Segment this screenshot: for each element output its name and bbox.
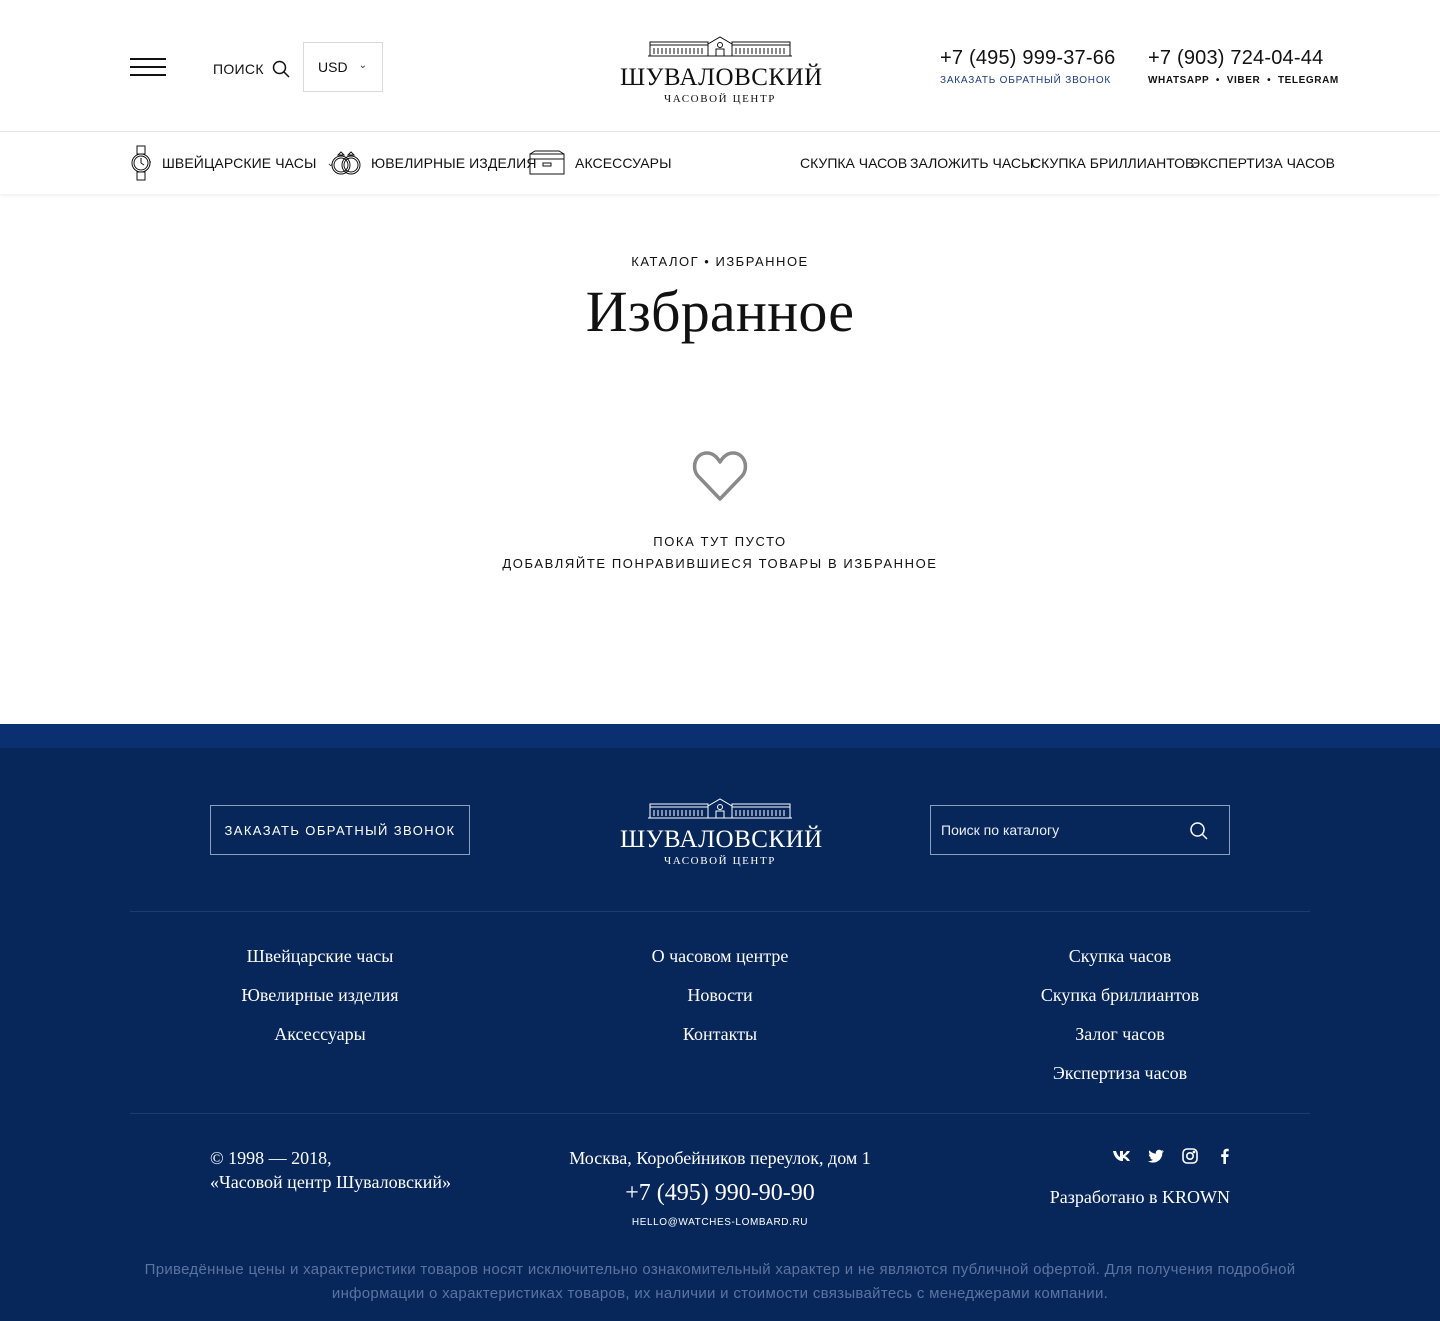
- nav-diamond-buyout[interactable]: СКУПКА БРИЛЛИАНТОВ: [1031, 132, 1194, 194]
- breadcrumb-separator: •: [704, 254, 711, 269]
- page-title: Избранное: [585, 279, 855, 344]
- footer-logo-name: ШУВАЛОВСКИЙ: [620, 826, 823, 853]
- currency-select[interactable]: USD ⌄: [303, 42, 383, 92]
- nav-jewelry-label: ЮВЕЛИРНЫЕ ИЗДЕЛИЯ: [371, 155, 537, 171]
- phone-primary-block: +7 (495) 999-37-66 ЗАКАЗАТЬ ОБРАТНЫЙ ЗВО…: [940, 46, 1115, 86]
- nav-swiss-watches[interactable]: ШВЕЙЦАРСКИЕ ЧАСЫ ⌄: [130, 132, 335, 194]
- nav-swiss-watches-label: ШВЕЙЦАРСКИЕ ЧАСЫ: [162, 155, 317, 171]
- breadcrumb-catalog[interactable]: КАТАЛОГ: [631, 254, 699, 269]
- empty-state-title: ПОКА ТУТ ПУСТО: [653, 534, 787, 549]
- price-disclaimer: Приведённые цены и характеристики товаро…: [144, 1261, 1296, 1302]
- messenger-links: WHATSAPP • VIBER • TELEGRAM: [1148, 75, 1339, 86]
- empty-state-subtitle: ДОБАВЛЯЙТЕ ПОНРАВИВШИЕСЯ ТОВАРЫ В ИЗБРАН…: [502, 556, 938, 571]
- nav-accessories[interactable]: АКСЕССУАРЫ: [529, 132, 672, 194]
- facebook-icon[interactable]: [1214, 1146, 1234, 1166]
- developer-credit[interactable]: Разработано в KROWN: [1050, 1187, 1230, 1208]
- social-links: [1112, 1146, 1234, 1166]
- site-logo[interactable]: ШУВАЛОВСКИЙ ЧАСОВОЙ ЦЕНТР: [620, 34, 823, 105]
- footer-logo-subtitle: ЧАСОВОЙ ЦЕНТР: [663, 855, 777, 867]
- chevron-down-icon: ⌄: [358, 60, 367, 71]
- instagram-icon[interactable]: [1180, 1146, 1200, 1166]
- vk-icon[interactable]: [1112, 1146, 1132, 1166]
- messenger-separator: •: [1215, 75, 1220, 86]
- footer-logo[interactable]: ШУВАЛОВСКИЙ ЧАСОВОЙ ЦЕНТР: [620, 796, 823, 867]
- building-logo-icon: [648, 798, 792, 819]
- phone-primary[interactable]: +7 (495) 999-37-66: [940, 46, 1115, 70]
- breadcrumb-favorites[interactable]: ИЗБРАННОЕ: [715, 254, 808, 269]
- footer-column-services: Скупка часов Скупка бриллиантов Залог ча…: [920, 943, 1320, 1099]
- footer-divider: [130, 1113, 1310, 1114]
- search-icon: [272, 60, 290, 78]
- footer-link-watch-buyout[interactable]: Скупка часов: [920, 943, 1320, 982]
- building-logo-icon: [648, 36, 792, 57]
- nav-watch-expertise[interactable]: ЭКСПЕРТИЗА ЧАСОВ: [1190, 132, 1335, 194]
- search-icon[interactable]: [1189, 821, 1209, 841]
- logo-name: ШУВАЛОВСКИЙ: [620, 64, 823, 91]
- search-button[interactable]: ПОИСК: [213, 58, 290, 80]
- callback-link[interactable]: ЗАКАЗАТЬ ОБРАТНЫЙ ЗВОНОК: [940, 75, 1115, 86]
- site-header: ПОИСК USD ⌄ ШУВАЛОВСКИЙ ЧАСОВОЙ ЦЕНТР +7…: [0, 0, 1440, 132]
- footer-link-contacts[interactable]: Контакты: [520, 1021, 920, 1060]
- logo-subtitle: ЧАСОВОЙ ЦЕНТР: [663, 93, 777, 105]
- watch-icon: [130, 145, 152, 181]
- nav-pawn-watches[interactable]: ЗАЛОЖИТЬ ЧАСЫ: [910, 132, 1033, 194]
- messenger-separator: •: [1267, 75, 1272, 86]
- footer-link-jewelry[interactable]: Ювелирные изделия: [120, 982, 520, 1021]
- menu-burger-icon[interactable]: [130, 58, 166, 78]
- footer-email[interactable]: HELLO@WATCHES-LOMBARD.RU: [632, 1217, 808, 1228]
- footer-link-pawn-watches[interactable]: Залог часов: [920, 1021, 1320, 1060]
- footer-link-about[interactable]: О часовом центре: [520, 943, 920, 982]
- footer-divider: [130, 911, 1310, 912]
- phone-secondary-block: +7 (903) 724-04-44 WHATSAPP • VIBER • TE…: [1148, 46, 1339, 86]
- nav-jewelry[interactable]: ЮВЕЛИРНЫЕ ИЗДЕЛИЯ: [331, 132, 537, 194]
- footer-top-band: [0, 724, 1440, 748]
- footer-search-input[interactable]: [931, 806, 1181, 854]
- search-label: ПОИСК: [213, 61, 264, 77]
- footer-link-watch-expertise[interactable]: Экспертиза часов: [920, 1060, 1320, 1099]
- rings-icon: [331, 151, 361, 175]
- twitter-icon[interactable]: [1146, 1146, 1166, 1166]
- footer-column-catalog: Швейцарские часы Ювелирные изделия Аксес…: [120, 943, 520, 1060]
- currency-value: USD: [318, 59, 348, 75]
- breadcrumb: КАТАЛОГ • ИЗБРАННОЕ: [0, 254, 1440, 269]
- viber-link[interactable]: VIBER: [1227, 75, 1261, 86]
- footer-link-news[interactable]: Новости: [520, 982, 920, 1021]
- footer-column-about: О часовом центре Новости Контакты: [520, 943, 920, 1060]
- phone-secondary[interactable]: +7 (903) 724-04-44: [1148, 46, 1339, 70]
- footer-callback-button[interactable]: ЗАКАЗАТЬ ОБРАТНЫЙ ЗВОНОК: [210, 805, 470, 855]
- footer-link-accessories[interactable]: Аксессуары: [120, 1021, 520, 1060]
- footer-link-swiss-watches[interactable]: Швейцарские часы: [120, 943, 520, 982]
- nav-accessories-label: АКСЕССУАРЫ: [575, 155, 672, 171]
- whatsapp-link[interactable]: WHATSAPP: [1148, 75, 1209, 86]
- catalog-nav: ШВЕЙЦАРСКИЕ ЧАСЫ ⌄ ЮВЕЛИРНЫЕ ИЗДЕЛИЯ АКС…: [0, 132, 1440, 194]
- footer-search: [930, 805, 1230, 855]
- footer-email-block: HELLO@WATCHES-LOMBARD.RU: [0, 1217, 1440, 1228]
- wallet-icon: [529, 150, 565, 176]
- site-footer: ЗАКАЗАТЬ ОБРАТНЫЙ ЗВОНОК ШУВАЛОВСКИЙ ЧАС…: [0, 748, 1440, 1321]
- nav-watch-buyout[interactable]: СКУПКА ЧАСОВ: [800, 132, 907, 194]
- telegram-link[interactable]: TELEGRAM: [1278, 75, 1339, 86]
- heart-icon: [692, 451, 748, 501]
- footer-link-diamond-buyout[interactable]: Скупка бриллиантов: [920, 982, 1320, 1021]
